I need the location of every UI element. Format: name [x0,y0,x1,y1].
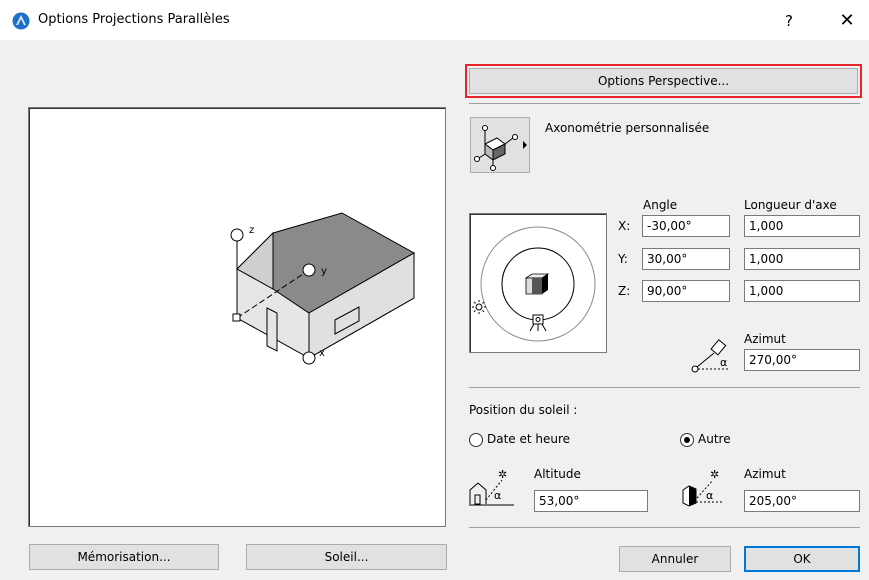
app-logo-icon [12,12,30,30]
y-axis-handle [302,263,316,277]
dialog-title: Options Projections Parallèles [38,12,230,27]
svg-text:α: α [494,489,501,502]
date-time-label[interactable]: Date et heure [487,432,570,446]
z-axis-handle [230,228,244,242]
x-axis-label: x [319,348,325,359]
other-radio[interactable] [680,433,694,447]
camera-azimuth-icon: α [691,339,730,373]
memorisation-button[interactable]: Mémorisation... [29,544,219,570]
divider [469,387,860,388]
house-preview-drawing: z y x [230,212,416,365]
sun-azimuth-label: Azimut [744,467,786,481]
angle-header: Angle [643,198,678,212]
dropdown-arrow-icon [523,141,527,149]
help-button[interactable]: ? [774,9,804,33]
sun-position-label: Position du soleil : [469,403,578,417]
y-length-input[interactable]: 1,000 [744,248,860,270]
y-row-label: Y: [618,252,628,266]
ok-button[interactable]: OK [744,546,860,572]
sun-position-icon[interactable] [472,300,486,314]
model-cube-icon [524,273,550,295]
projection-type-label: Axonométrie personnalisée [545,121,710,135]
camera-azimuth-input[interactable]: 270,00° [744,349,860,371]
altitude-input[interactable]: 53,00° [534,490,648,512]
divider [469,103,860,104]
camera-position-icon[interactable] [529,314,547,332]
svg-text:α: α [720,356,727,369]
cancel-button[interactable]: Annuler [619,546,731,572]
z-length-input[interactable]: 1,000 [744,280,860,302]
perspective-options-button[interactable]: Options Perspective... [469,68,858,94]
projection-type-button[interactable] [470,117,530,173]
projection-preview: z y x [28,107,446,527]
x-angle-input[interactable]: -30,00° [642,215,730,237]
x-axis-handle [302,351,316,365]
sun-azimuth-icon: ✲ α [682,468,724,507]
svg-text:✲: ✲ [710,468,719,481]
svg-text:α: α [706,489,713,502]
sun-settings-button[interactable]: Soleil... [246,544,447,570]
x-length-input[interactable]: 1,000 [744,215,860,237]
z-angle-input[interactable]: 90,00° [642,280,730,302]
orbit-control[interactable] [469,213,607,353]
divider [469,527,860,528]
y-angle-input[interactable]: 30,00° [642,248,730,270]
axis-length-header: Longueur d'axe [744,198,837,212]
origin-handle [232,313,241,322]
axonometric-cube-icon [474,125,527,171]
sun-azimuth-input[interactable]: 205,00° [744,490,860,512]
date-time-radio[interactable] [469,433,483,447]
other-label[interactable]: Autre [698,432,731,446]
sun-altitude-icon: ✲ α [469,468,514,506]
z-axis-label: z [249,225,254,236]
altitude-label: Altitude [534,467,581,481]
z-row-label: Z: [618,284,631,298]
svg-text:✲: ✲ [498,468,507,481]
x-row-label: X: [618,219,631,233]
camera-azimuth-label: Azimut [744,332,786,346]
y-axis-label: y [321,266,327,277]
close-button[interactable]: ✕ [830,8,864,34]
orbit-diagram [472,226,596,342]
